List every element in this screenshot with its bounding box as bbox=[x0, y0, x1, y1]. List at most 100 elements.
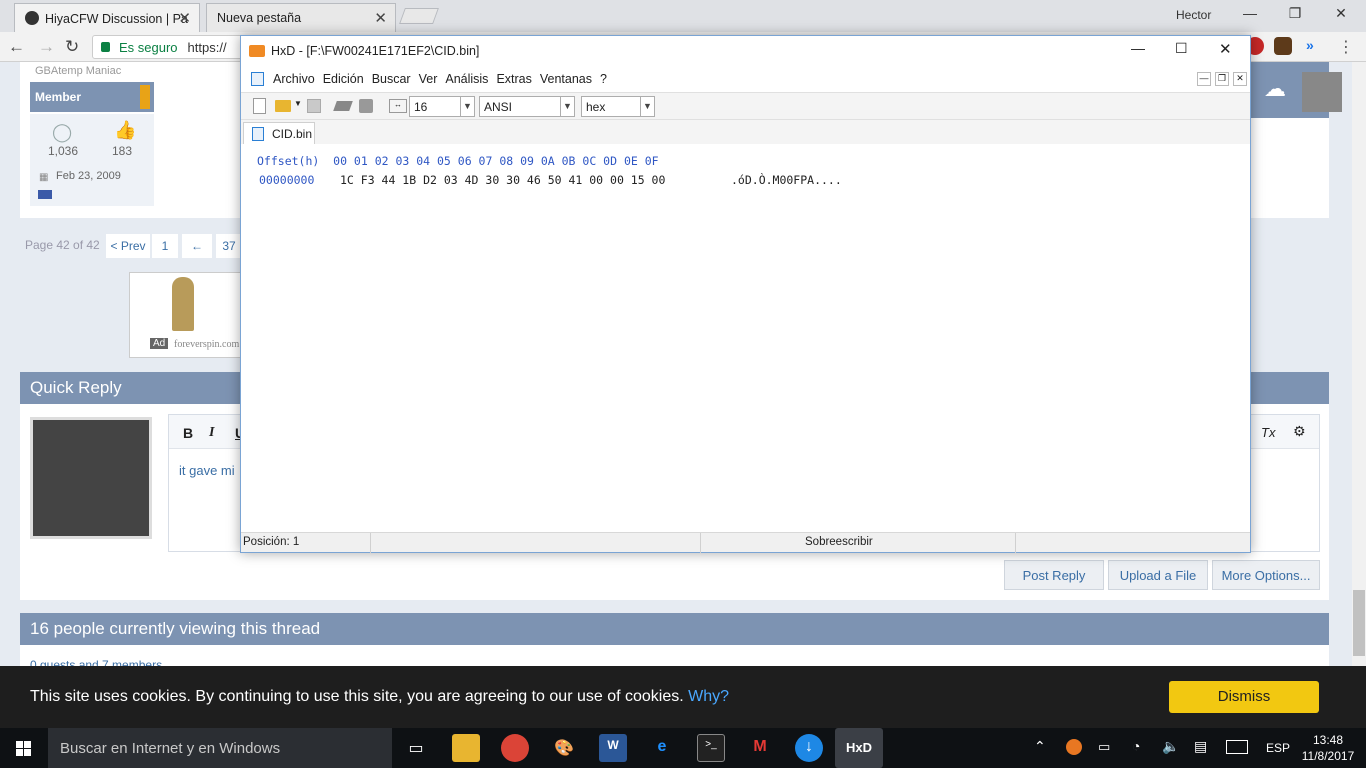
download-icon[interactable]: ↓ bbox=[795, 734, 823, 762]
tray-app-icon[interactable] bbox=[1066, 739, 1082, 755]
chrome-icon[interactable] bbox=[501, 734, 529, 762]
close-icon[interactable]: ✕ bbox=[1219, 40, 1232, 58]
mdi-close-icon[interactable]: ✕ bbox=[1233, 72, 1247, 86]
bytes-per-row-select[interactable]: 16 ▼ bbox=[409, 96, 475, 117]
bytes-per-row-icon: ↔ bbox=[389, 99, 407, 113]
status-position: Posición: 1 bbox=[243, 536, 300, 548]
row-offset: 00000000 bbox=[259, 173, 315, 187]
upload-cloud-icon[interactable]: ☁ bbox=[1264, 76, 1286, 102]
clock[interactable]: 13:48 11/8/2017 bbox=[1296, 732, 1360, 764]
wifi-icon[interactable]: ◔ bbox=[1132, 738, 1140, 754]
settings-icon[interactable]: ⚙ bbox=[1293, 423, 1306, 440]
open-folder-icon[interactable] bbox=[275, 100, 291, 112]
mdi-minimize-icon[interactable]: — bbox=[1197, 72, 1211, 86]
back-icon[interactable]: ← bbox=[8, 37, 25, 57]
menu-archivo[interactable]: Archivo bbox=[269, 72, 319, 86]
minimize-icon[interactable]: — bbox=[1131, 40, 1145, 56]
ad-banner[interactable]: Ad foreverspin.com bbox=[129, 272, 241, 358]
reload-icon[interactable]: ↻ bbox=[65, 37, 79, 57]
edge-icon[interactable]: e bbox=[648, 734, 676, 762]
upload-file-button[interactable]: Upload a File bbox=[1108, 560, 1208, 590]
cmd-icon[interactable]: >_ bbox=[697, 734, 725, 762]
row-text[interactable]: .óD.Ò.M00FPA.... bbox=[731, 173, 842, 187]
tab-new[interactable]: Nueva pestaña ✕ bbox=[206, 3, 396, 32]
menu-edicion[interactable]: Edición bbox=[319, 72, 368, 86]
minimize-icon[interactable]: — bbox=[1235, 5, 1265, 25]
thumbs-up-icon: 👍 bbox=[114, 120, 137, 140]
hxd-taskbar-icon[interactable]: HxD bbox=[835, 728, 883, 768]
menu-ventanas[interactable]: Ventanas bbox=[536, 72, 596, 86]
keyboard-icon[interactable] bbox=[1226, 740, 1248, 754]
like-count: 183 bbox=[112, 144, 133, 158]
address-bar[interactable]: Es seguro https:// bbox=[92, 35, 252, 59]
maximize-icon[interactable]: ☐ bbox=[1175, 40, 1188, 57]
mdi-restore-icon[interactable]: ❐ bbox=[1215, 72, 1229, 86]
menu-extras[interactable]: Extras bbox=[492, 72, 535, 86]
avatar[interactable] bbox=[1302, 72, 1342, 112]
extension-icon[interactable]: » bbox=[1306, 37, 1324, 55]
menu-icon[interactable]: ⋮ bbox=[1338, 37, 1356, 56]
volume-icon[interactable]: 🔈 bbox=[1162, 738, 1179, 755]
hxd-window: HxD - [F:\FW00241E171EF2\CID.bin] — ☐ ✕ … bbox=[240, 35, 1251, 553]
chevron-up-icon[interactable]: ⌃ bbox=[1034, 738, 1046, 755]
status-separator bbox=[700, 533, 701, 553]
menu-ver[interactable]: Ver bbox=[415, 72, 442, 86]
charset-select[interactable]: ANSI ▼ bbox=[479, 96, 575, 117]
more-options-button[interactable]: More Options... bbox=[1212, 560, 1320, 590]
tab-label: HiyaCFW Discussion | Pa bbox=[45, 12, 188, 26]
status-separator bbox=[370, 533, 371, 553]
page-jump-link[interactable]: ← bbox=[182, 234, 212, 258]
tab-hiyacfw[interactable]: HiyaCFW Discussion | Pa ✕ bbox=[14, 3, 200, 32]
menu-buscar[interactable]: Buscar bbox=[368, 72, 415, 86]
language-indicator[interactable]: ESP bbox=[1266, 741, 1290, 755]
task-view-icon[interactable]: ▭ bbox=[402, 734, 430, 762]
hxd-app-icon bbox=[249, 45, 265, 57]
dismiss-button[interactable]: Dismiss bbox=[1169, 681, 1319, 713]
dropdown-arrow-icon[interactable]: ▼ bbox=[294, 99, 302, 108]
hex-editor[interactable]: Offset(h) 00 01 02 03 04 05 06 07 08 09 … bbox=[241, 144, 1250, 532]
profile-name[interactable]: Hector bbox=[1176, 8, 1211, 22]
disk-icon[interactable] bbox=[359, 99, 373, 113]
word-icon[interactable]: W bbox=[599, 734, 627, 762]
windows-start-icon[interactable] bbox=[0, 728, 48, 768]
menu-help[interactable]: ? bbox=[596, 72, 611, 86]
viewing-sub: 0 guests and 7 members bbox=[30, 658, 163, 666]
paint-icon[interactable]: 🎨 bbox=[550, 734, 578, 762]
why-link[interactable]: Why? bbox=[688, 688, 729, 705]
prev-page-link[interactable]: < Prev bbox=[106, 234, 150, 258]
menu-analisis[interactable]: Análisis bbox=[441, 72, 492, 86]
close-icon[interactable]: ✕ bbox=[1326, 5, 1356, 25]
maximize-icon[interactable]: ❐ bbox=[1280, 5, 1310, 25]
user-title: GBAtemp Maniac bbox=[35, 65, 122, 77]
bold-icon[interactable]: B bbox=[183, 425, 193, 441]
page-37-link[interactable]: 37 bbox=[216, 234, 242, 258]
scrollbar-thumb[interactable] bbox=[1353, 590, 1365, 656]
tab-cid-bin[interactable]: CID.bin bbox=[243, 122, 315, 144]
taskbar-search[interactable]: Buscar en Internet y en Windows bbox=[48, 728, 392, 768]
battery-icon[interactable]: ▭ bbox=[1098, 739, 1110, 755]
hxd-titlebar[interactable]: HxD - [F:\FW00241E171EF2\CID.bin] — ☐ ✕ bbox=[241, 36, 1250, 66]
post-reply-button[interactable]: Post Reply bbox=[1004, 560, 1104, 590]
mega-icon[interactable]: M bbox=[746, 734, 774, 762]
extension-icon[interactable] bbox=[1274, 37, 1292, 55]
join-date: Feb 23, 2009 bbox=[56, 170, 121, 182]
forward-icon[interactable]: → bbox=[38, 37, 55, 57]
new-tab-button[interactable] bbox=[399, 8, 439, 24]
close-tab-icon[interactable]: ✕ bbox=[178, 9, 191, 27]
charset-value: ANSI bbox=[484, 100, 513, 114]
remove-format-icon[interactable]: Tx bbox=[1261, 425, 1275, 440]
close-tab-icon[interactable]: ✕ bbox=[374, 9, 387, 27]
action-center-icon[interactable]: ▤ bbox=[1194, 738, 1207, 755]
file-explorer-icon[interactable] bbox=[452, 734, 480, 762]
new-file-icon[interactable] bbox=[253, 98, 266, 114]
ram-icon[interactable] bbox=[333, 101, 353, 111]
row-hex-bytes[interactable]: 1C F3 44 1B D2 03 4D 30 30 46 50 41 00 0… bbox=[340, 173, 665, 187]
chrome-tab-bar: HiyaCFW Discussion | Pa ✕ Nueva pestaña … bbox=[0, 0, 1366, 32]
reply-text: it gave mi bbox=[179, 463, 235, 478]
save-icon[interactable] bbox=[307, 99, 321, 113]
page-1-link[interactable]: 1 bbox=[152, 234, 178, 258]
page-scrollbar[interactable] bbox=[1352, 62, 1366, 666]
hxd-title: HxD - [F:\FW00241E171EF2\CID.bin] bbox=[271, 44, 480, 58]
offset-base-select[interactable]: hex ▼ bbox=[581, 96, 655, 117]
italic-icon[interactable]: I bbox=[209, 425, 214, 441]
